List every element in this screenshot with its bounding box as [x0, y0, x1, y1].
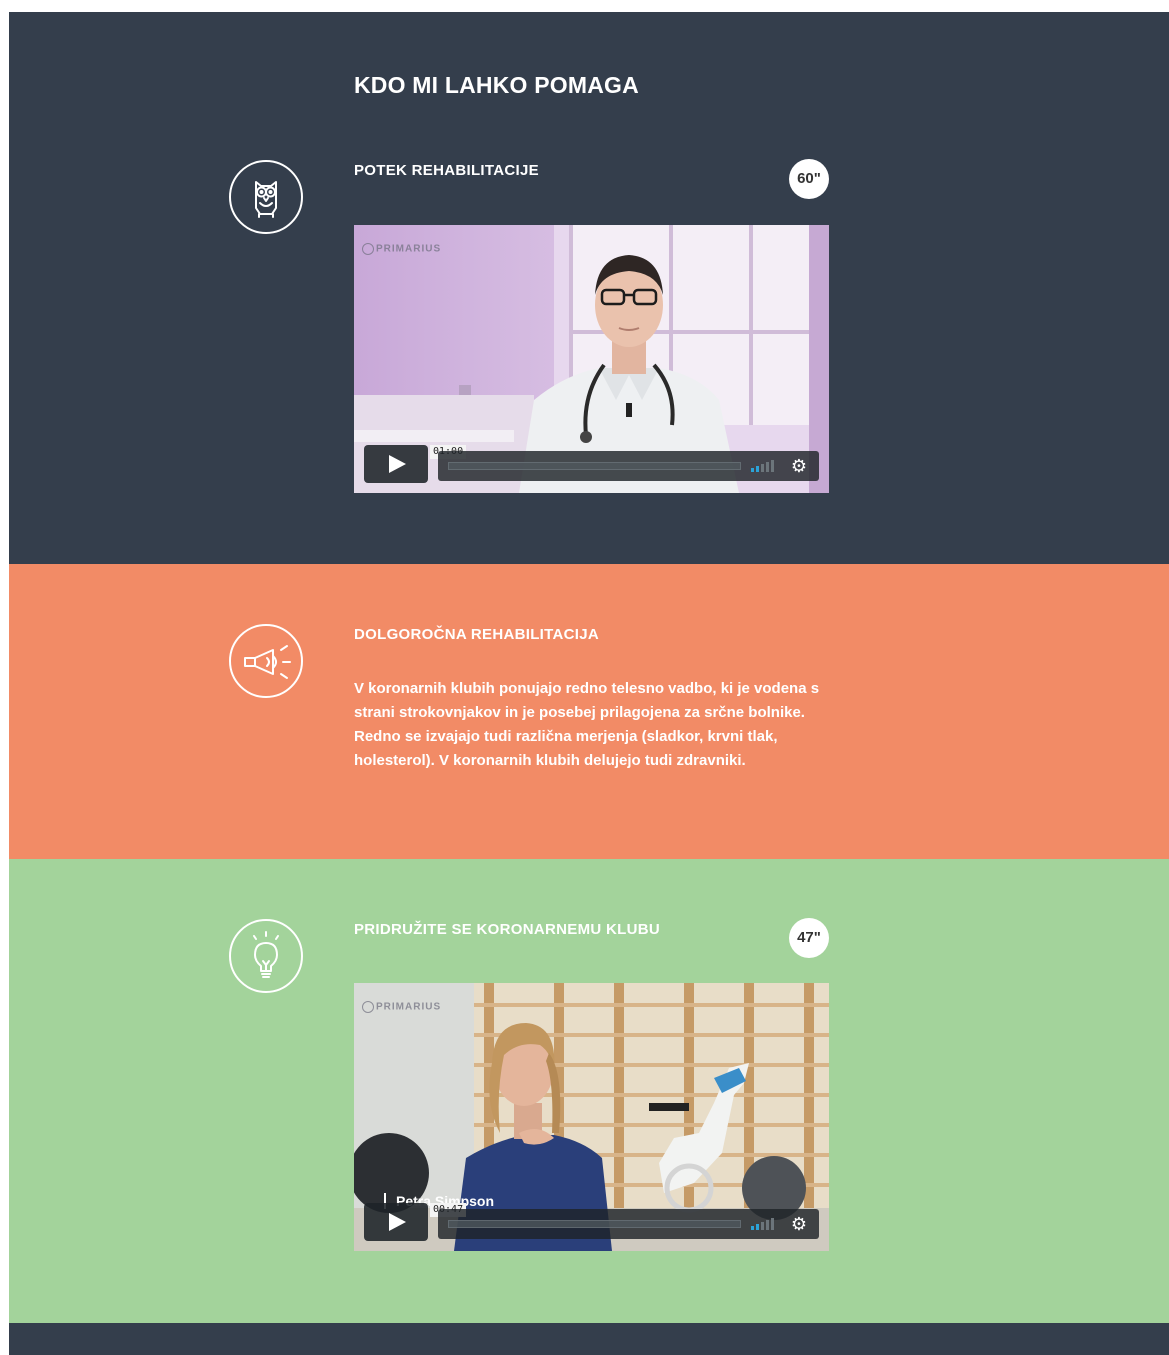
page-title: KDO MI LAHKO POMAGA: [354, 72, 639, 98]
watermark-text: PRIMARIUS: [376, 243, 442, 255]
video-controls: ⚙: [438, 1209, 819, 1239]
video-player-pridruzite[interactable]: PRIMARIUS Petra Simpson 00:47 ⚙: [354, 983, 829, 1251]
watermark-primarius: PRIMARIUS: [362, 1001, 441, 1013]
watermark-primarius: PRIMARIUS: [362, 243, 441, 255]
duration-badge: 47": [789, 918, 829, 958]
progress-bar[interactable]: [448, 462, 741, 470]
section-title-pridruzite: PRIDRUŽITE SE KORONARNEMU KLUBU: [354, 921, 660, 938]
video-player-potek[interactable]: PRIMARIUS 01:00 ⚙: [354, 225, 829, 493]
section-title-dolgorocna: DOLGOROČNA REHABILITACIJA: [354, 626, 599, 643]
play-button[interactable]: [364, 445, 428, 483]
play-button[interactable]: [364, 1203, 428, 1241]
progress-bar[interactable]: [448, 1220, 741, 1228]
section-potek-rehabilitacije: KDO MI LAHKO POMAGA POTEK REHABILITACIJE…: [9, 12, 1169, 564]
section-dolgorocna-rehabilitacija: DOLGOROČNA REHABILITACIJA V koronarnih k…: [9, 564, 1169, 859]
section-body-text: V koronarnih klubih ponujajo redno teles…: [354, 680, 820, 769]
watermark-text: PRIMARIUS: [376, 1001, 442, 1013]
primarius-logo-icon: [362, 1001, 374, 1013]
section-title-potek: POTEK REHABILITACIJE: [354, 162, 539, 179]
footer-bar: [9, 1323, 1169, 1355]
duration-badge: 60": [789, 159, 829, 199]
volume-icon[interactable]: [751, 460, 777, 472]
section-pridruzite-se: PRIDRUŽITE SE KORONARNEMU KLUBU 47" PRIM…: [9, 859, 1169, 1323]
gear-icon[interactable]: ⚙: [789, 456, 809, 476]
volume-icon[interactable]: [751, 1218, 777, 1230]
owl-icon: [229, 160, 303, 234]
video-controls: ⚙: [438, 451, 819, 481]
gear-icon[interactable]: ⚙: [789, 1214, 809, 1234]
primarius-logo-icon: [362, 243, 374, 255]
megaphone-icon: [229, 624, 303, 698]
lightbulb-icon: [229, 919, 303, 993]
